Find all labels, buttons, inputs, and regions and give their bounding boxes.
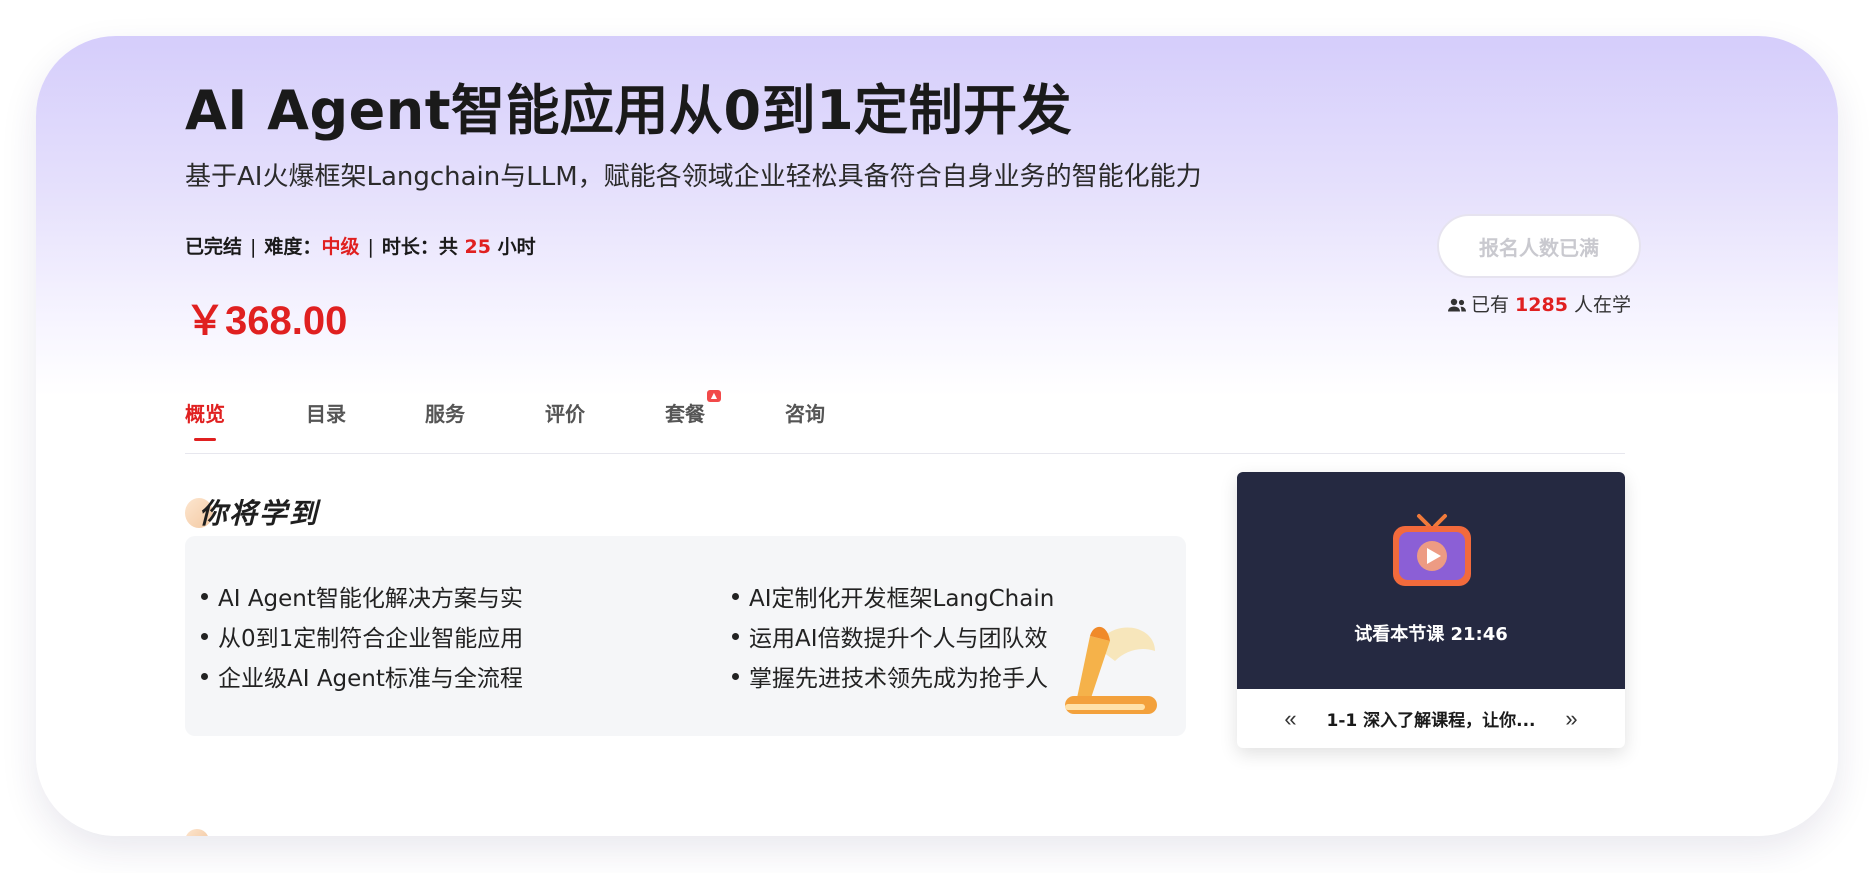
learn-section-heading: 你将学到: [185, 492, 319, 532]
list-item-text: AI定制化开发框架LangChain: [749, 586, 1055, 612]
list-item: 运用AI倍数提升个人与团队效: [732, 616, 1054, 656]
list-item-text: 运用AI倍数提升个人与团队效: [749, 626, 1048, 652]
course-tabs: 概览 目录 服务 评价 套餐 ▲ 咨询: [185, 390, 1625, 454]
list-item-text: 从0到1定制符合企业智能应用: [218, 626, 524, 652]
people-icon: [1447, 298, 1466, 312]
difficulty-value: 中级: [321, 236, 360, 258]
tab-catalog[interactable]: 目录: [306, 398, 346, 427]
learn-list-left: AI Agent智能化解决方案与实 从0到1定制符合企业智能应用 企业级AI A…: [201, 576, 523, 696]
learn-list-right: AI定制化开发框架LangChain 运用AI倍数提升个人与团队效 掌握先进技术…: [732, 576, 1054, 696]
enroll-button[interactable]: 报名人数已满: [1437, 214, 1641, 278]
duration-label: 时长：共: [381, 236, 458, 258]
hot-badge-icon: ▲: [707, 390, 721, 402]
list-item: AI定制化开发框架LangChain: [732, 576, 1054, 616]
prev-lesson-icon[interactable]: «: [1272, 706, 1308, 732]
trial-label: 试看本节课 21:46: [1354, 624, 1508, 645]
trial-video-card: 试看本节课 21:46 « 1-1 深入了解课程，让你... »: [1237, 472, 1625, 748]
tab-packages[interactable]: 套餐 ▲: [665, 390, 721, 427]
learners-number: 1285: [1515, 294, 1568, 316]
video-thumbnail[interactable]: 试看本节课 21:46: [1237, 472, 1625, 689]
list-item: AI Agent智能化解决方案与实: [201, 576, 523, 616]
bullet-icon: [732, 672, 739, 680]
tab-reviews[interactable]: 评价: [545, 398, 585, 427]
learners-count: 已有 1285 人在学: [1437, 290, 1641, 317]
course-meta: 已完结 | 难度：中级 | 时长：共 25 小时: [185, 232, 536, 259]
list-item-text: 企业级AI Agent标准与全流程: [218, 666, 523, 692]
difficulty-label: 难度：: [264, 236, 322, 258]
list-item: 企业级AI Agent标准与全流程: [201, 656, 523, 696]
course-header-card: AI Agent智能应用从0到1定制开发 基于AI火爆框架Langchain与L…: [36, 36, 1838, 836]
course-price: ￥368.00: [185, 299, 348, 343]
next-lesson-icon[interactable]: »: [1554, 706, 1590, 732]
meta-separator: |: [250, 236, 257, 258]
bullet-icon: [201, 632, 208, 640]
bullet-icon: [732, 592, 739, 600]
bullet-icon: [201, 592, 208, 600]
learn-panel: AI Agent智能化解决方案与实 从0到1定制符合企业智能应用 企业级AI A…: [185, 536, 1186, 736]
list-item-text: AI Agent智能化解决方案与实: [218, 586, 523, 612]
tab-overview[interactable]: 概览: [185, 398, 225, 427]
list-item: 从0到1定制符合企业智能应用: [201, 616, 523, 656]
tab-consult[interactable]: 咨询: [785, 398, 825, 427]
learners-prefix: 已有: [1470, 294, 1509, 316]
course-content: AI Agent智能应用从0到1定制开发 基于AI火爆框架Langchain与L…: [185, 36, 1641, 836]
learners-suffix: 人在学: [1573, 294, 1631, 316]
learn-title: 你将学到: [199, 497, 320, 530]
meta-separator: |: [367, 236, 374, 258]
tv-play-icon: [1393, 514, 1471, 586]
duration-value: 25: [464, 236, 491, 258]
bullet-icon: [732, 632, 739, 640]
tab-packages-label: 套餐: [665, 402, 705, 426]
list-item: 掌握先进技术领先成为抢手人: [732, 656, 1054, 696]
duration-unit: 小时: [497, 236, 536, 258]
course-title: AI Agent智能应用从0到1定制开发: [185, 79, 1073, 142]
completion-status: 已完结: [185, 236, 243, 258]
lesson-title[interactable]: 1-1 深入了解课程，让你...: [1326, 706, 1535, 731]
course-subtitle: 基于AI火爆框架Langchain与LLM，赋能各领域企业轻松具备符合自身业务的…: [185, 162, 1202, 192]
lesson-nav: « 1-1 深入了解课程，让你... »: [1237, 689, 1625, 748]
pen-book-icon: [1065, 626, 1157, 714]
bullet-icon: [201, 672, 208, 680]
tab-services[interactable]: 服务: [425, 398, 465, 427]
list-item-text: 掌握先进技术领先成为抢手人: [749, 666, 1048, 692]
section-decoration-icon: [185, 829, 209, 836]
